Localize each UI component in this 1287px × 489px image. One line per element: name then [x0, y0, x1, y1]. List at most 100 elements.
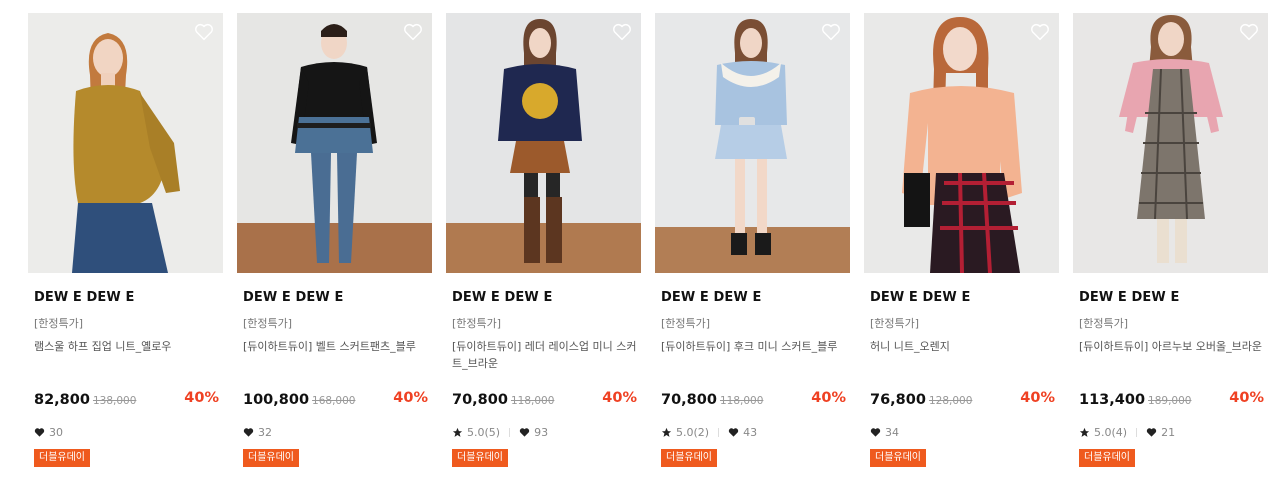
- original-price: 138,000: [92, 395, 137, 407]
- price-row: 70,800 118,000 40%: [452, 389, 637, 411]
- brand-name[interactable]: DEW E DEW E: [452, 290, 552, 305]
- original-price: 128,000: [928, 395, 973, 407]
- product-name[interactable]: 허니 니트_오렌지: [870, 338, 1056, 355]
- brand-name[interactable]: DEW E DEW E: [1079, 290, 1179, 305]
- product-meta: 5.0(2) 43: [661, 425, 757, 439]
- promo-tag: [한정특가]: [243, 317, 293, 330]
- product-image[interactable]: [1073, 13, 1268, 273]
- heart-outline-icon[interactable]: [402, 21, 424, 43]
- event-badge: 더블유데이: [34, 449, 90, 467]
- heart-outline-icon[interactable]: [820, 21, 842, 43]
- original-price: 118,000: [510, 395, 555, 407]
- heart-icon: [243, 427, 254, 437]
- product-card[interactable]: DEW E DEW E [한정특가] [듀이하트듀이] 아르누보 오버올_브라운…: [1073, 13, 1268, 483]
- price-row: 100,800 168,000 40%: [243, 389, 428, 411]
- brand-name[interactable]: DEW E DEW E: [870, 290, 970, 305]
- product-photo: [1073, 13, 1268, 273]
- divider: [509, 427, 511, 437]
- product-meta: 5.0(5) 93: [452, 425, 548, 439]
- heart-icon: [519, 427, 530, 437]
- product-meta: 5.0(4) 21: [1079, 425, 1175, 439]
- heart-outline-icon[interactable]: [1029, 21, 1051, 43]
- product-card[interactable]: DEW E DEW E [한정특가] 허니 니트_오렌지 76,800 128,0…: [864, 13, 1059, 483]
- heart-outline-icon[interactable]: [611, 21, 633, 43]
- product-photo: [28, 13, 223, 273]
- product-meta: 32: [243, 425, 272, 439]
- star-icon: [452, 427, 463, 437]
- discount-rate: 40%: [184, 390, 219, 406]
- discount-rate: 40%: [1229, 390, 1264, 406]
- product-meta: 30: [34, 425, 63, 439]
- price-row: 76,800 128,000 40%: [870, 389, 1055, 411]
- like-count: 21: [1161, 425, 1176, 439]
- event-badge: 더블유데이: [870, 449, 926, 467]
- heart-outline-icon[interactable]: [193, 21, 215, 43]
- event-badge: 더블유데이: [661, 449, 717, 467]
- product-image[interactable]: [864, 13, 1059, 273]
- product-meta: 34: [870, 425, 899, 439]
- product-card[interactable]: DEW E DEW E [한정특가] [듀이하트듀이] 후크 미니 스커트_블루…: [655, 13, 850, 483]
- event-badge: 더블유데이: [452, 449, 508, 467]
- product-image[interactable]: [237, 13, 432, 273]
- star-icon: [661, 427, 672, 437]
- product-image[interactable]: [28, 13, 223, 273]
- promo-tag: [한정특가]: [1079, 317, 1129, 330]
- sale-price: 113,400: [1079, 392, 1146, 408]
- star-icon: [1079, 427, 1090, 437]
- brand-name[interactable]: DEW E DEW E: [243, 290, 343, 305]
- discount-rate: 40%: [811, 390, 846, 406]
- price-row: 113,400 189,000 40%: [1079, 389, 1264, 411]
- promo-tag: [한정특가]: [34, 317, 84, 330]
- promo-tag: [한정특가]: [452, 317, 502, 330]
- heart-icon: [1146, 427, 1157, 437]
- sale-price: 70,800: [452, 392, 508, 408]
- sale-price: 100,800: [243, 392, 310, 408]
- like-count: 30: [49, 425, 63, 439]
- discount-rate: 40%: [393, 390, 428, 406]
- event-badge: 더블유데이: [243, 449, 299, 467]
- original-price: 168,000: [312, 395, 356, 407]
- sale-price: 70,800: [661, 392, 717, 408]
- promo-tag: [한정특가]: [870, 317, 920, 330]
- product-card[interactable]: DEW E DEW E [한정특가] [듀이하트듀이] 벨트 스커트팬츠_블루 …: [237, 13, 432, 483]
- product-name[interactable]: [듀이하트듀이] 후크 미니 스커트_블루: [661, 338, 847, 355]
- product-name[interactable]: [듀이하트듀이] 레더 레이스업 미니 스커트_브라운: [452, 338, 638, 372]
- brand-name[interactable]: DEW E DEW E: [661, 290, 761, 305]
- like-count: 34: [885, 425, 899, 439]
- rating: 5.0(5): [467, 425, 501, 439]
- product-photo: [446, 13, 641, 273]
- rating: 5.0(4): [1094, 425, 1128, 439]
- product-name[interactable]: [듀이하트듀이] 아르누보 오버올_브라운: [1079, 338, 1265, 355]
- like-count: 32: [258, 425, 272, 439]
- product-image[interactable]: [655, 13, 850, 273]
- brand-name[interactable]: DEW E DEW E: [34, 290, 134, 305]
- price-row: 82,800 138,000 40%: [34, 389, 219, 411]
- original-price: 118,000: [719, 395, 764, 407]
- heart-icon: [728, 427, 739, 437]
- original-price: 189,000: [1148, 395, 1192, 407]
- price-row: 70,800 118,000 40%: [661, 389, 846, 411]
- product-grid: DEW E DEW E [한정특가] 램스울 하프 집업 니트_옐로우 82,8…: [28, 13, 1278, 483]
- product-image[interactable]: [446, 13, 641, 273]
- product-name[interactable]: [듀이하트듀이] 벨트 스커트팬츠_블루: [243, 338, 429, 355]
- divider: [718, 427, 720, 437]
- sale-price: 76,800: [870, 392, 926, 408]
- event-badge: 더블유데이: [1079, 449, 1135, 467]
- promo-tag: [한정특가]: [661, 317, 711, 330]
- product-name[interactable]: 램스울 하프 집업 니트_옐로우: [34, 338, 220, 355]
- like-count: 43: [743, 425, 758, 439]
- discount-rate: 40%: [1020, 390, 1055, 406]
- rating: 5.0(2): [676, 425, 710, 439]
- product-photo: [655, 13, 850, 273]
- heart-icon: [34, 427, 45, 437]
- heart-outline-icon[interactable]: [1238, 21, 1260, 43]
- divider: [1136, 427, 1138, 437]
- product-photo: [864, 13, 1059, 273]
- sale-price: 82,800: [34, 392, 90, 408]
- product-card[interactable]: DEW E DEW E [한정특가] 램스울 하프 집업 니트_옐로우 82,8…: [28, 13, 223, 483]
- heart-icon: [870, 427, 881, 437]
- product-photo: [237, 13, 432, 273]
- discount-rate: 40%: [602, 390, 637, 406]
- product-card[interactable]: DEW E DEW E [한정특가] [듀이하트듀이] 레더 레이스업 미니 스…: [446, 13, 641, 483]
- like-count: 93: [534, 425, 549, 439]
